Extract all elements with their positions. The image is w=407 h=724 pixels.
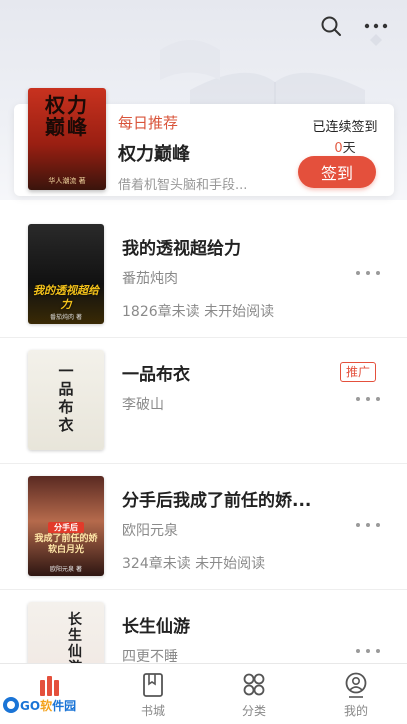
tab-bookstore-label: 书城 <box>140 704 165 718</box>
book-title[interactable]: 分手后我成了前任的娇... <box>122 486 311 511</box>
tab-category[interactable]: 分类 <box>214 670 294 720</box>
profile-icon <box>345 672 367 698</box>
book-more-button[interactable] <box>356 392 380 406</box>
signin-button[interactable]: 签到 <box>298 156 376 188</box>
bookstore-icon <box>143 673 163 697</box>
book-author: 欧阳元泉 <box>122 523 178 539</box>
book-row[interactable]: 一品布衣 一品布衣 推广 李破山 <box>0 338 407 464</box>
recommend-cover-author: 华人潮流 著 <box>48 177 86 185</box>
cover-title-text: 我的透视超给力 <box>33 284 99 311</box>
recommend-book-title[interactable]: 权力巅峰 <box>118 140 190 166</box>
signin-days-unit: 天 <box>342 141 356 156</box>
book-more-button[interactable] <box>356 518 380 532</box>
book-more-button[interactable] <box>356 266 380 280</box>
book-author: 番茄炖肉 <box>122 271 178 287</box>
tab-profile[interactable]: 我的 <box>316 670 396 720</box>
book-title[interactable]: 一品布衣 <box>122 360 190 385</box>
book-progress: 1826章未读 未开始阅读 <box>122 304 275 320</box>
more-icon <box>364 23 388 29</box>
watermark-logo: GO软件园 <box>2 690 90 720</box>
book-cover[interactable]: 我的透视超给力 番茄炖肉 著 <box>28 224 104 324</box>
watermark-text-a: GO <box>20 698 41 713</box>
signin-streak-label: 已连续签到 <box>312 120 378 135</box>
book-author: 李破山 <box>122 397 164 413</box>
book-more-button[interactable] <box>356 644 380 658</box>
tab-profile-label: 我的 <box>343 704 368 718</box>
watermark-text: GO软件园 <box>20 697 76 714</box>
recommend-description: 借着机智头脑和手段... <box>118 178 248 193</box>
daily-recommend-card[interactable]: 权力巅峰 华人潮流 著 每日推荐 权力巅峰 借着机智头脑和手段... 已连续签到… <box>14 88 394 196</box>
book-cover[interactable]: 分手后 我成了前任的娇软白月光 欧阳元泉 著 <box>28 476 104 576</box>
book-title[interactable]: 长生仙游 <box>122 612 190 637</box>
cover-author-text: 番茄炖肉 著 <box>50 314 82 321</box>
book-progress: 324章未读 未开始阅读 <box>122 556 266 572</box>
watermark-text-c: 件园 <box>52 698 77 713</box>
book-row[interactable]: 我的透视超给力 番茄炖肉 著 我的透视超给力 番茄炖肉 1826章未读 未开始阅… <box>0 212 407 338</box>
recommend-cover-title: 权力巅峰 <box>45 93 89 139</box>
cover-author-text: 欧阳元泉 著 <box>50 566 82 573</box>
search-icon <box>321 16 341 36</box>
book-cover[interactable]: 一品布衣 <box>28 350 104 450</box>
book-title[interactable]: 我的透视超给力 <box>122 234 241 259</box>
promo-badge: 推广 <box>340 362 377 382</box>
category-icon <box>243 673 265 696</box>
recommend-tag: 每日推荐 <box>118 114 179 132</box>
book-row[interactable]: 分手后 我成了前任的娇软白月光 欧阳元泉 著 分手后我成了前任的娇... 欧阳元… <box>0 464 407 590</box>
signin-days-count: 0 <box>334 141 343 156</box>
tab-category-label: 分类 <box>241 704 266 718</box>
recommend-book-cover[interactable]: 权力巅峰 华人潮流 著 <box>28 88 106 190</box>
more-menu-button[interactable] <box>362 12 390 40</box>
tab-bookstore[interactable]: 书城 <box>113 670 193 720</box>
cover-title-text: 一品布衣 <box>58 362 74 434</box>
signin-streak-days: 0天 <box>300 137 390 156</box>
search-button[interactable] <box>317 12 345 40</box>
watermark-logo-icon <box>3 697 19 713</box>
cover-badge-text: 分手后 <box>48 522 84 533</box>
cover-title-text: 我成了前任的娇软白月光 <box>34 534 98 555</box>
watermark-text-b: 软 <box>40 698 53 713</box>
